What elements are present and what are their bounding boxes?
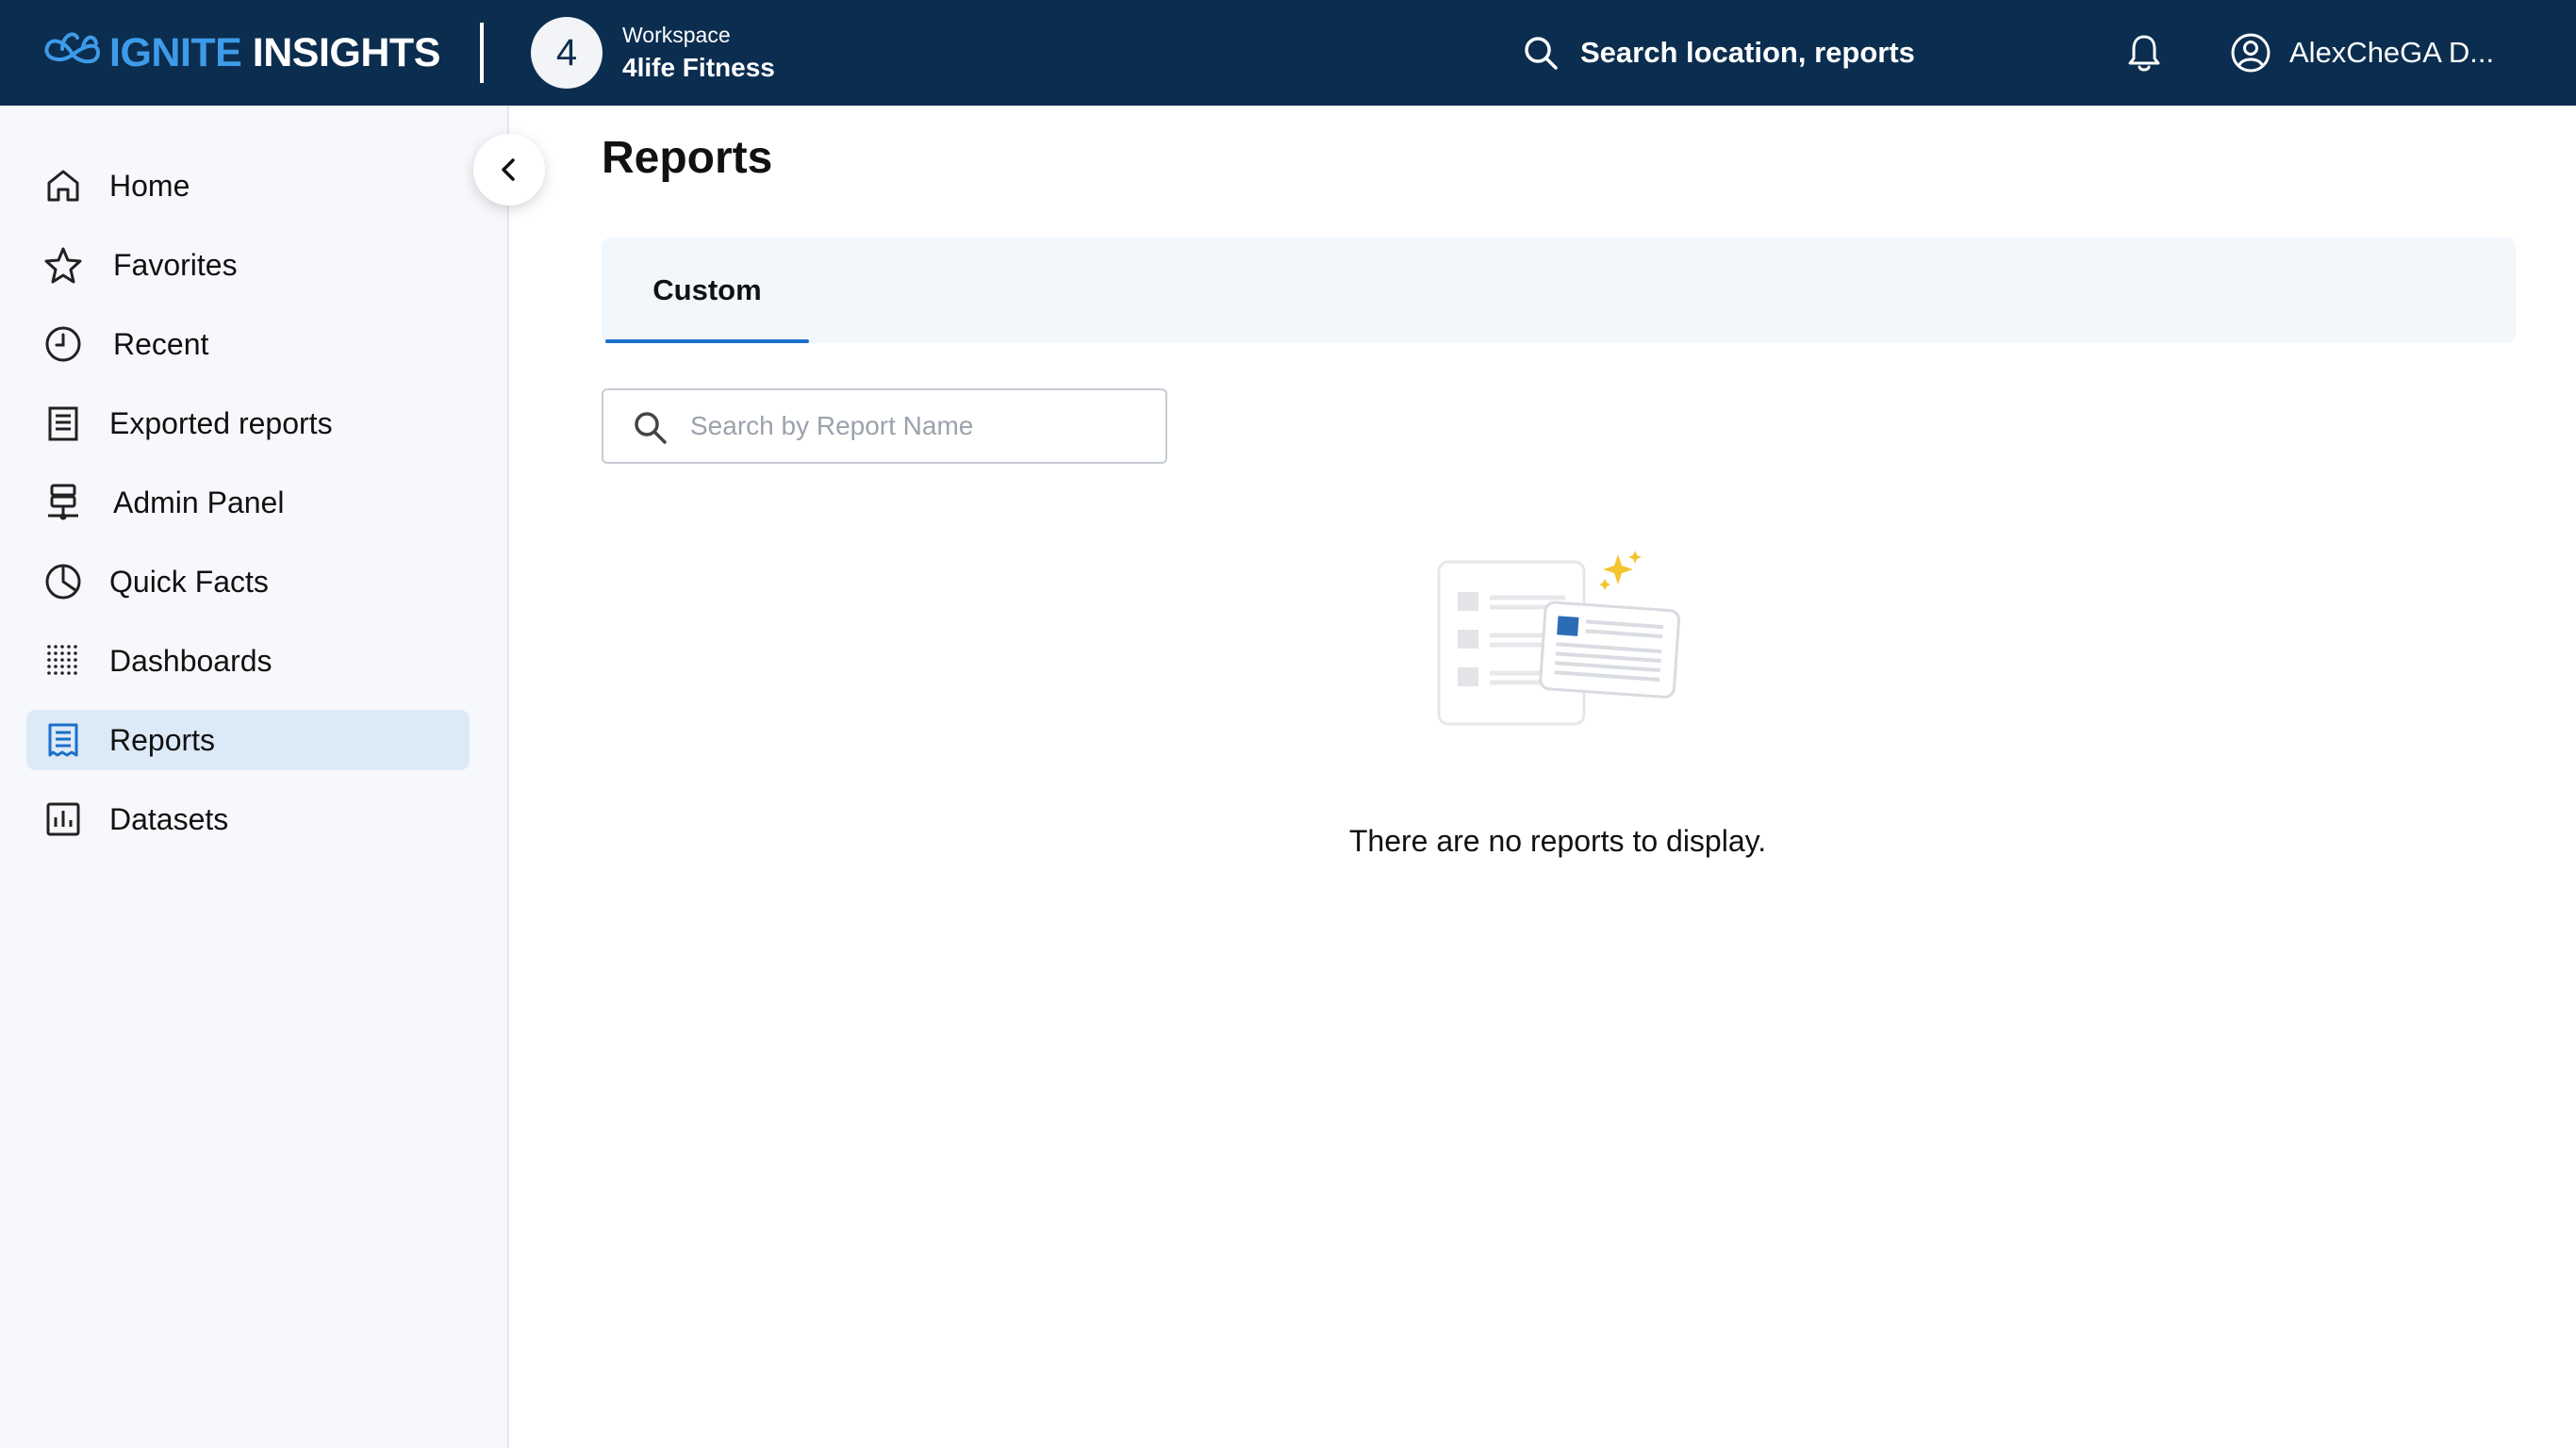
user-name: AlexCheGA D... xyxy=(2289,36,2495,69)
header-divider xyxy=(480,23,484,83)
sidebar-item-label: Admin Panel xyxy=(113,485,285,519)
star-icon xyxy=(44,247,82,284)
user-circle-icon xyxy=(2231,33,2271,73)
search-icon xyxy=(635,412,667,444)
sidebar-item-reports[interactable]: Reports xyxy=(26,710,470,770)
brand[interactable]: IGNITE INSIGHTS xyxy=(41,23,440,83)
sidebar-item-quick-facts[interactable]: Quick Facts xyxy=(26,551,470,612)
sidebar-item-label: Exported reports xyxy=(109,405,333,440)
sidebar-item-exported-reports[interactable]: Exported reports xyxy=(26,393,470,453)
clock-icon xyxy=(45,326,81,362)
workspace-label: Workspace xyxy=(622,23,731,47)
sidebar-item-label: Reports xyxy=(109,722,216,757)
sidebar-item-home[interactable]: Home xyxy=(26,156,470,216)
sidebar-item-label: Dashboards xyxy=(109,643,272,678)
reports-icon xyxy=(48,723,78,757)
empty-state-message: There are no reports to display. xyxy=(1348,824,1767,858)
sidebar-item-datasets[interactable]: Datasets xyxy=(26,789,470,849)
sidebar-item-favorites[interactable]: Favorites xyxy=(26,235,470,295)
infinity-logo-icon xyxy=(44,32,101,64)
sidebar-item-label: Recent xyxy=(113,326,209,361)
top-bar: IGNITE INSIGHTS 4 Workspace 4life Fitnes… xyxy=(0,0,2576,106)
sidebar-item-admin-panel[interactable]: Admin Panel xyxy=(26,472,470,533)
chevron-left-icon xyxy=(502,158,515,181)
admin-panel-icon xyxy=(48,484,78,520)
empty-reports-illustration-icon xyxy=(1437,551,1681,726)
report-search-input[interactable] xyxy=(688,390,1150,462)
search-icon xyxy=(1525,37,1558,70)
bar-chart-icon xyxy=(46,802,80,836)
bell-icon[interactable] xyxy=(2122,30,2167,75)
sidebar-item-label: Home xyxy=(109,168,190,203)
home-icon xyxy=(47,170,79,202)
sidebar-item-dashboards[interactable]: Dashboards xyxy=(26,631,470,691)
workspace-name[interactable]: 4life Fitness xyxy=(622,53,775,83)
exported-reports-icon xyxy=(48,406,78,441)
pie-chart-icon xyxy=(45,564,81,600)
sidebar: Home Favorites Recent Exported reports A… xyxy=(0,106,509,1448)
global-search-label: Search location, reports xyxy=(1580,36,1915,69)
global-search[interactable]: Search location, reports xyxy=(1520,26,1915,79)
tab-custom[interactable]: Custom xyxy=(605,238,809,343)
sidebar-collapse-button[interactable] xyxy=(473,134,545,206)
workspace-badge[interactable]: 4 xyxy=(531,17,603,89)
tab-active-indicator xyxy=(605,339,809,343)
tabs-bar: Custom xyxy=(602,238,2516,343)
brand-name: IGNITE INSIGHTS xyxy=(109,30,440,76)
page-title: Reports xyxy=(602,133,773,183)
sidebar-item-label: Favorites xyxy=(113,247,238,282)
sidebar-item-label: Datasets xyxy=(109,801,229,836)
brand-name-part1: IGNITE xyxy=(109,29,242,75)
sidebar-item-label: Quick Facts xyxy=(109,564,269,599)
user-menu[interactable]: AlexCheGA D... xyxy=(2229,26,2494,79)
dots-grid-icon xyxy=(47,645,77,675)
brand-name-part2: INSIGHTS xyxy=(252,29,441,75)
tab-label: Custom xyxy=(652,273,762,306)
sidebar-item-recent[interactable]: Recent xyxy=(26,314,470,374)
report-search-box xyxy=(602,388,1167,464)
